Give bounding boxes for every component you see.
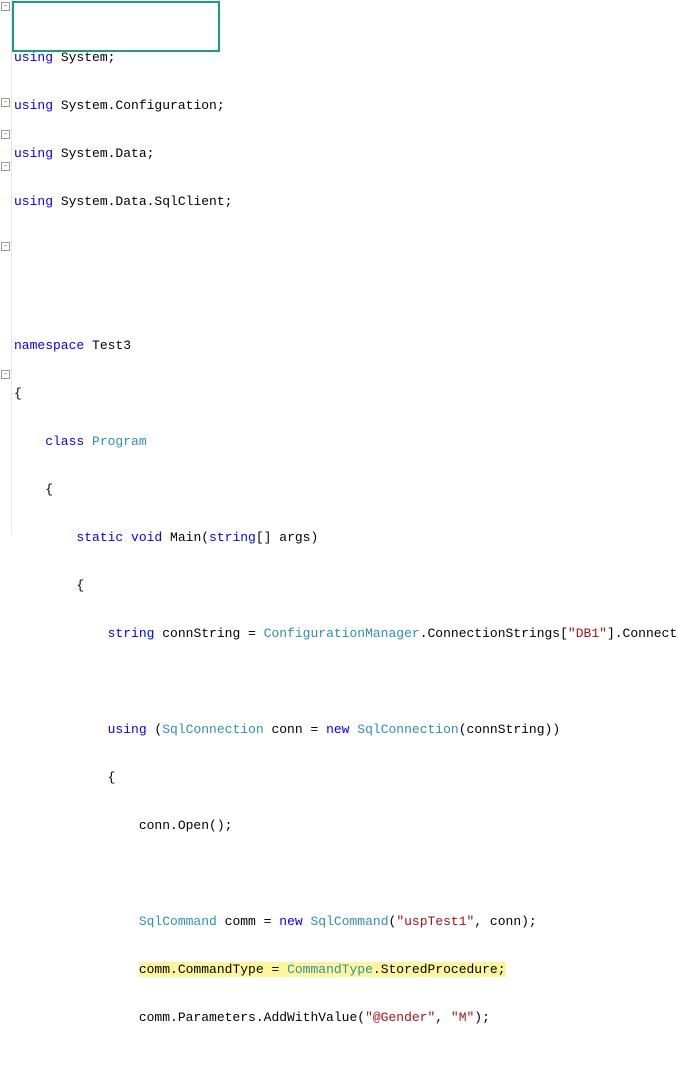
yellow-highlight: comm.CommandType = CommandType.StoredPro…: [139, 962, 506, 977]
brace: {: [14, 770, 115, 785]
code-text: conn =: [264, 722, 326, 737]
code-text: [349, 722, 357, 737]
keyword: using: [14, 146, 53, 161]
fold-marker[interactable]: -: [1, 2, 10, 11]
fold-marker[interactable]: -: [1, 242, 10, 251]
type-name: SqlCommand: [14, 914, 217, 929]
code-text: System.Configuration;: [53, 98, 225, 113]
fold-marker[interactable]: -: [1, 370, 10, 379]
code-text: (connString)): [459, 722, 560, 737]
green-box-highlight: [12, 1, 220, 52]
code-editor: - - - - - - using System; using System.C…: [0, 0, 678, 534]
fold-marker[interactable]: -: [1, 162, 10, 171]
keyword: class: [14, 434, 84, 449]
code-text: comm.Parameters.AddWithValue(: [14, 1010, 365, 1025]
code-text: , conn);: [474, 914, 536, 929]
code-text: Main(: [162, 530, 209, 545]
type-name: CommandType: [287, 962, 373, 977]
code-area[interactable]: using System; using System.Configuration…: [12, 0, 678, 534]
code-text: connString =: [154, 626, 263, 641]
code-text: System.Data.SqlClient;: [53, 194, 232, 209]
string-literal: "uspTest1": [396, 914, 474, 929]
code-text: comm.CommandType =: [139, 962, 287, 977]
code-text: Test3: [84, 338, 131, 353]
code-text: comm =: [217, 914, 279, 929]
keyword: using: [14, 194, 53, 209]
keyword: string: [14, 626, 154, 641]
string-literal: "DB1": [568, 626, 607, 641]
string-literal: "@Gender": [365, 1010, 435, 1025]
fold-marker[interactable]: -: [1, 98, 10, 107]
keyword: void: [123, 530, 162, 545]
code-text: [303, 914, 311, 929]
code-text: (: [389, 914, 397, 929]
code-text: (: [147, 722, 163, 737]
type-name: SqlCommand: [310, 914, 388, 929]
code-text: ,: [435, 1010, 451, 1025]
code-text: System;: [53, 50, 115, 65]
type-name: ConfigurationManager: [264, 626, 420, 641]
brace: {: [14, 578, 84, 593]
keyword: static: [14, 530, 123, 545]
keyword: new: [279, 914, 302, 929]
code-text: ].ConnectionString;: [607, 626, 678, 641]
code-text: System.Data;: [53, 146, 154, 161]
fold-marker[interactable]: -: [1, 130, 10, 139]
type-name: SqlConnection: [162, 722, 263, 737]
brace: {: [14, 386, 22, 401]
code-text: );: [474, 1010, 490, 1025]
keyword: using: [14, 722, 147, 737]
type-name: SqlConnection: [357, 722, 458, 737]
code-text: conn.Open();: [14, 818, 232, 833]
code-text: [] args): [256, 530, 318, 545]
keyword: string: [209, 530, 256, 545]
string-literal: "M": [451, 1010, 474, 1025]
brace: {: [14, 482, 53, 497]
fold-gutter: - - - - - -: [0, 0, 12, 534]
code-text: .ConnectionStrings[: [420, 626, 568, 641]
type-name: Program: [84, 434, 146, 449]
code-text: .StoredProcedure;: [373, 962, 506, 977]
keyword: using: [14, 98, 53, 113]
keyword: new: [326, 722, 349, 737]
keyword: namespace: [14, 338, 84, 353]
keyword: using: [14, 50, 53, 65]
pad: [14, 962, 139, 977]
